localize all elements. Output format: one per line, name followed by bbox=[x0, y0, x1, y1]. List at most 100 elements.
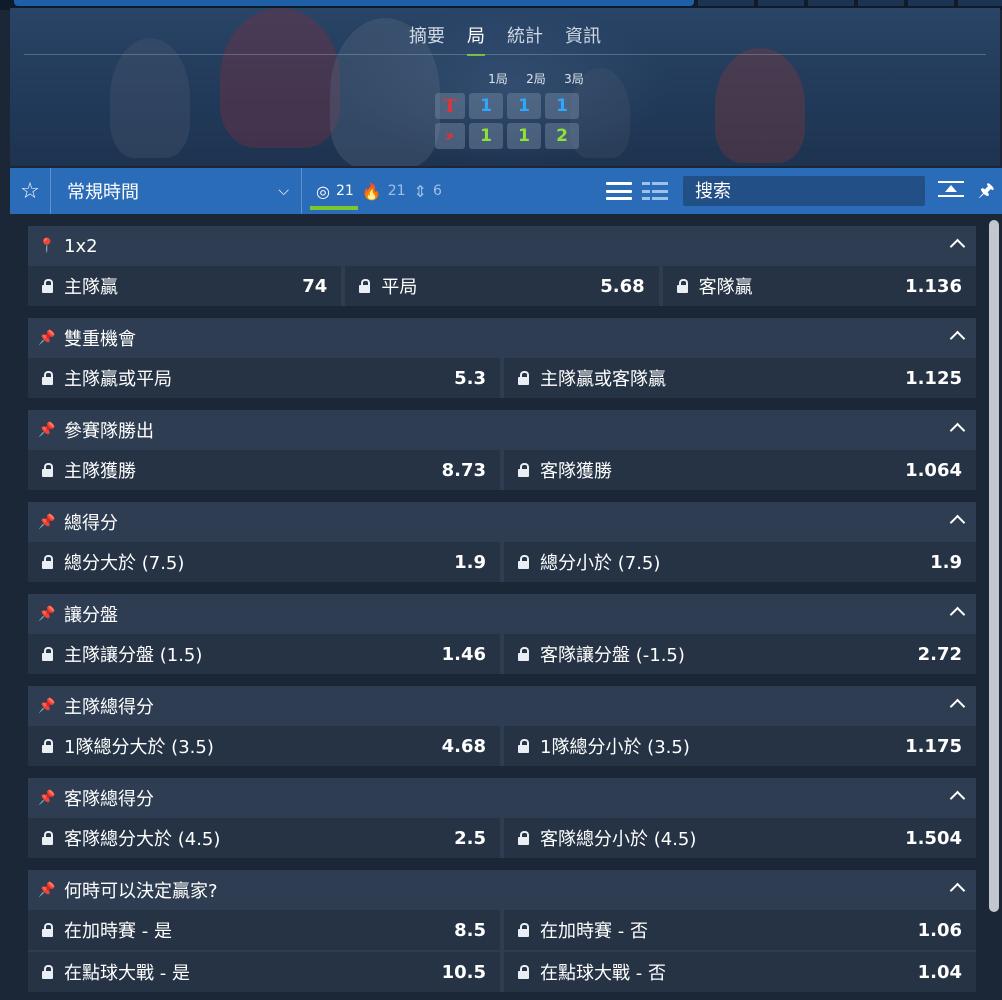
selection-label: 總分小於 (7.5) bbox=[540, 553, 661, 574]
scrollbar-thumb[interactable] bbox=[989, 220, 999, 912]
odds-button[interactable]: 總分大於 (7.5) 1.9 bbox=[28, 542, 500, 582]
caret-up-icon[interactable] bbox=[950, 236, 964, 250]
home-team-logo: T bbox=[435, 93, 465, 119]
lock-icon bbox=[40, 831, 64, 845]
caret-up-icon[interactable] bbox=[950, 604, 964, 618]
pin-icon[interactable]: 📌 bbox=[38, 882, 64, 898]
lock-icon bbox=[40, 371, 64, 385]
top-tab-4[interactable] bbox=[858, 0, 904, 6]
tab-stats[interactable]: 統計 bbox=[507, 22, 543, 56]
away-team-logo: ≯ bbox=[435, 123, 465, 149]
odds-button[interactable]: 主隊贏 74 bbox=[28, 266, 342, 306]
odds-button[interactable]: 主隊贏或客隊贏 1.125 bbox=[504, 358, 976, 398]
odds-value: 1.125 bbox=[905, 367, 962, 389]
odds-row: 主隊贏或平局 5.3 主隊贏或客隊贏 1.125 bbox=[28, 358, 976, 398]
odds-value: 74 bbox=[302, 275, 328, 297]
odds-button[interactable]: 客隊獲勝 1.064 bbox=[504, 450, 976, 490]
odds-button[interactable]: 客隊總分小於 (4.5) 1.504 bbox=[504, 818, 976, 858]
odds-button[interactable]: 客隊贏 1.136 bbox=[662, 266, 976, 306]
match-tabs: 摘要 局 統計 資訊 bbox=[10, 22, 1000, 56]
odds-button[interactable]: 總分小於 (7.5) 1.9 bbox=[504, 542, 976, 582]
market-header[interactable]: 📍 1x2 bbox=[28, 226, 976, 266]
odds-value: 8.5 bbox=[454, 919, 486, 941]
odds-row: 總分大於 (7.5) 1.9 總分小於 (7.5) 1.9 bbox=[28, 542, 976, 582]
pin-icon[interactable]: 📌 bbox=[38, 790, 64, 806]
caret-up-icon[interactable] bbox=[950, 880, 964, 894]
market-title: 何時可以決定贏家? bbox=[64, 881, 218, 902]
top-tab-1[interactable] bbox=[698, 0, 754, 6]
collapse-all-icon[interactable] bbox=[938, 181, 964, 201]
lock-icon bbox=[40, 965, 64, 979]
selection-label: 主隊贏或客隊贏 bbox=[540, 369, 666, 390]
market-header[interactable]: 📌 何時可以決定贏家? bbox=[28, 870, 976, 910]
pin-icon[interactable]: 🖈 bbox=[978, 178, 995, 208]
pin-icon[interactable]: 📌 bbox=[38, 514, 64, 530]
tab-summary[interactable]: 摘要 bbox=[409, 22, 445, 56]
market-header[interactable]: 📌 客隊總得分 bbox=[28, 778, 976, 818]
odds-button[interactable]: 1隊總分大於 (3.5) 4.68 bbox=[28, 726, 500, 766]
top-tab-3[interactable] bbox=[808, 0, 854, 6]
pin-icon[interactable]: 📍 bbox=[38, 238, 64, 254]
top-tab-5[interactable] bbox=[908, 0, 954, 6]
odds-value: 5.68 bbox=[600, 275, 645, 297]
period-dropdown[interactable]: 常規時間 ⌵ bbox=[51, 178, 301, 204]
odds-button[interactable]: 主隊贏或平局 5.3 bbox=[28, 358, 500, 398]
odds-row: 在加時賽 - 是 8.5 在加時賽 - 否 1.06 bbox=[28, 910, 976, 950]
odds-button[interactable]: 客隊讓分盤 (-1.5) 2.72 bbox=[504, 634, 976, 674]
odds-button[interactable]: 在點球大戰 - 是 10.5 bbox=[28, 952, 500, 992]
scoreboard-header: 1局 2局 3局 bbox=[479, 70, 593, 87]
market-header[interactable]: 📌 總得分 bbox=[28, 502, 976, 542]
caret-up-icon[interactable] bbox=[950, 328, 964, 342]
odds-button[interactable]: 主隊獲勝 8.73 bbox=[28, 450, 500, 490]
odds-button[interactable]: 在點球大戰 - 否 1.04 bbox=[504, 952, 976, 992]
pin-icon[interactable]: 📌 bbox=[38, 330, 64, 346]
search-input[interactable] bbox=[695, 180, 915, 202]
tab-info[interactable]: 資訊 bbox=[565, 22, 601, 56]
filter-all-markets[interactable]: ◎ 21 bbox=[310, 168, 358, 214]
grid-view-icon[interactable] bbox=[642, 182, 668, 200]
top-tab-6[interactable] bbox=[958, 0, 1002, 6]
odds-value: 10.5 bbox=[441, 961, 486, 983]
home-team-scores: T 1 1 1 bbox=[435, 93, 593, 119]
away-period-1-score: 1 bbox=[469, 123, 503, 149]
market-header[interactable]: 📌 主隊總得分 bbox=[28, 686, 976, 726]
odds-button[interactable]: 客隊總分大於 (4.5) 2.5 bbox=[28, 818, 500, 858]
filter-other-markets[interactable]: ⇕ 6 bbox=[414, 168, 442, 214]
caret-up-icon[interactable] bbox=[950, 696, 964, 710]
selection-label: 總分大於 (7.5) bbox=[64, 553, 185, 574]
caret-up-icon[interactable] bbox=[950, 788, 964, 802]
search-box bbox=[683, 176, 925, 206]
pin-icon[interactable]: 📌 bbox=[38, 606, 64, 622]
odds-value: 1.136 bbox=[905, 275, 962, 297]
odds-button[interactable]: 主隊讓分盤 (1.5) 1.46 bbox=[28, 634, 500, 674]
selection-label: 平局 bbox=[381, 277, 418, 298]
market-header[interactable]: 📌 讓分盤 bbox=[28, 594, 976, 634]
odds-button[interactable]: 平局 5.68 bbox=[345, 266, 659, 306]
home-period-1-score: 1 bbox=[469, 93, 503, 119]
list-view-icon[interactable] bbox=[606, 182, 632, 200]
caret-up-icon[interactable] bbox=[950, 512, 964, 526]
match-hero-banner: 摘要 局 統計 資訊 1局 2局 3局 T 1 1 1 ≯ 1 1 2 bbox=[10, 8, 1000, 166]
tab-periods[interactable]: 局 bbox=[467, 22, 485, 56]
caret-up-icon[interactable] bbox=[950, 420, 964, 434]
market-title: 雙重機會 bbox=[64, 329, 136, 350]
odds-button[interactable]: 1隊總分小於 (3.5) 1.175 bbox=[504, 726, 976, 766]
pin-icon[interactable]: 📌 bbox=[38, 698, 64, 714]
top-tab-2[interactable] bbox=[758, 0, 804, 6]
pin-icon[interactable]: 📌 bbox=[38, 422, 64, 438]
filter-popular-markets[interactable]: 🔥 21 bbox=[362, 168, 406, 214]
away-period-2-score: 1 bbox=[507, 123, 541, 149]
lock-icon bbox=[516, 923, 540, 937]
lock-icon bbox=[516, 463, 540, 477]
lock-icon bbox=[40, 923, 64, 937]
odds-button[interactable]: 在加時賽 - 否 1.06 bbox=[504, 910, 976, 950]
target-icon: ◎ bbox=[316, 181, 330, 201]
market-header[interactable]: 📌 參賽隊勝出 bbox=[28, 410, 976, 450]
star-icon[interactable]: ☆ bbox=[10, 179, 50, 204]
market-handicap: 📌 讓分盤 主隊讓分盤 (1.5) 1.46 客隊讓分盤 (-1.5) 2.72 bbox=[28, 594, 976, 674]
markets-toolbar: ☆ 常規時間 ⌵ ◎ 21 🔥 21 ⇕ 6 🖈 bbox=[10, 168, 1002, 214]
period-header-2: 2局 bbox=[526, 72, 546, 86]
odds-button[interactable]: 在加時賽 - 是 8.5 bbox=[28, 910, 500, 950]
market-header[interactable]: 📌 雙重機會 bbox=[28, 318, 976, 358]
market-1x2: 📍 1x2 主隊贏 74 平局 5.68 客隊贏 1.136 bbox=[28, 226, 976, 306]
